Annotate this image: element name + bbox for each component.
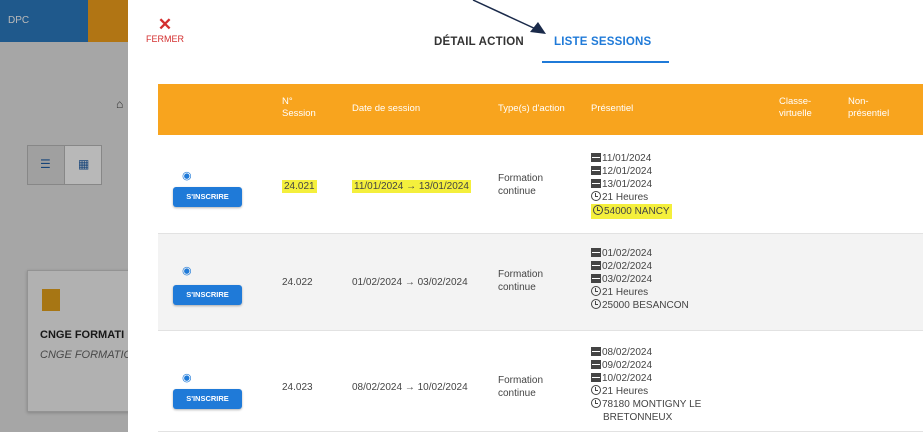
clock-icon	[593, 205, 603, 215]
calendar-icon	[591, 373, 601, 382]
calendar-icon	[591, 153, 601, 162]
table-row: ◉ S'INSCRIRE 24.022 01/02/2024 → 03/02/2…	[158, 234, 923, 331]
header-presentiel: Présentiel	[591, 103, 634, 114]
register-button[interactable]: S'INSCRIRE	[173, 285, 242, 305]
calendar-icon	[591, 274, 601, 283]
session-type: Formation continue	[498, 375, 544, 399]
clock-icon	[591, 398, 601, 408]
calendar-icon	[591, 261, 601, 270]
header-non-presentiel: Non-présentiel	[848, 96, 890, 119]
presentiel-details: 01/02/2024 02/02/2024 03/02/2024 21 Heur…	[591, 247, 689, 312]
table-header: N° Session Date de session Type(s) d'acti…	[158, 84, 923, 135]
eye-icon[interactable]: ◉	[182, 169, 192, 182]
calendar-icon	[591, 347, 601, 356]
active-tab-indicator	[542, 61, 669, 63]
header-date: Date de session	[352, 103, 421, 114]
session-type: Formation continue	[498, 269, 544, 293]
clock-icon	[591, 191, 601, 201]
presentiel-details: 08/02/2024 09/02/2024 10/02/2024 21 Heur…	[591, 346, 701, 424]
session-number: 24.023	[282, 382, 313, 393]
session-dates: 08/02/2024 → 10/02/2024	[352, 382, 468, 393]
sessions-panel: ✕ FERMER DÉTAIL ACTION LISTE SESSIONS N°…	[128, 0, 923, 432]
clock-icon	[591, 286, 601, 296]
session-number: 24.021	[282, 180, 317, 193]
header-type: Type(s) d'action	[498, 103, 565, 114]
sessions-table: N° Session Date de session Type(s) d'acti…	[158, 84, 923, 432]
eye-icon[interactable]: ◉	[182, 264, 192, 277]
session-dates: 11/01/2024 → 13/01/2024	[352, 180, 471, 193]
header-classe-virtuelle: Classe-virtuelle	[779, 96, 812, 119]
session-location: 25000 BESANCON	[602, 300, 689, 311]
register-button[interactable]: S'INSCRIRE	[173, 389, 242, 409]
register-button[interactable]: S'INSCRIRE	[173, 187, 242, 207]
clock-icon	[591, 385, 601, 395]
table-row: ◉ S'INSCRIRE 24.023 08/02/2024 → 10/02/2…	[158, 331, 923, 432]
calendar-icon	[591, 179, 601, 188]
calendar-icon	[591, 166, 601, 175]
session-location: 54000 NANCY	[604, 206, 670, 217]
tab-detail-action[interactable]: DÉTAIL ACTION	[434, 36, 524, 48]
calendar-icon	[591, 248, 601, 257]
annotation-arrow-icon	[472, 0, 546, 34]
presentiel-details: 11/01/2024 12/01/2024 13/01/2024 21 Heur…	[591, 152, 672, 219]
clock-icon	[591, 299, 601, 309]
session-location: 78180 MONTIGNY LE	[602, 399, 702, 410]
calendar-icon	[591, 360, 601, 369]
session-location-continued: BRETONNEUX	[603, 412, 673, 423]
tab-liste-sessions[interactable]: LISTE SESSIONS	[554, 36, 651, 48]
session-number: 24.022	[282, 277, 313, 288]
table-row: ◉ S'INSCRIRE 24.021 11/01/2024 → 13/01/2…	[158, 135, 923, 234]
eye-icon[interactable]: ◉	[182, 371, 192, 384]
session-type: Formation continue	[498, 173, 544, 197]
header-num: N° Session	[282, 96, 316, 119]
session-dates: 01/02/2024 → 03/02/2024	[352, 277, 468, 288]
